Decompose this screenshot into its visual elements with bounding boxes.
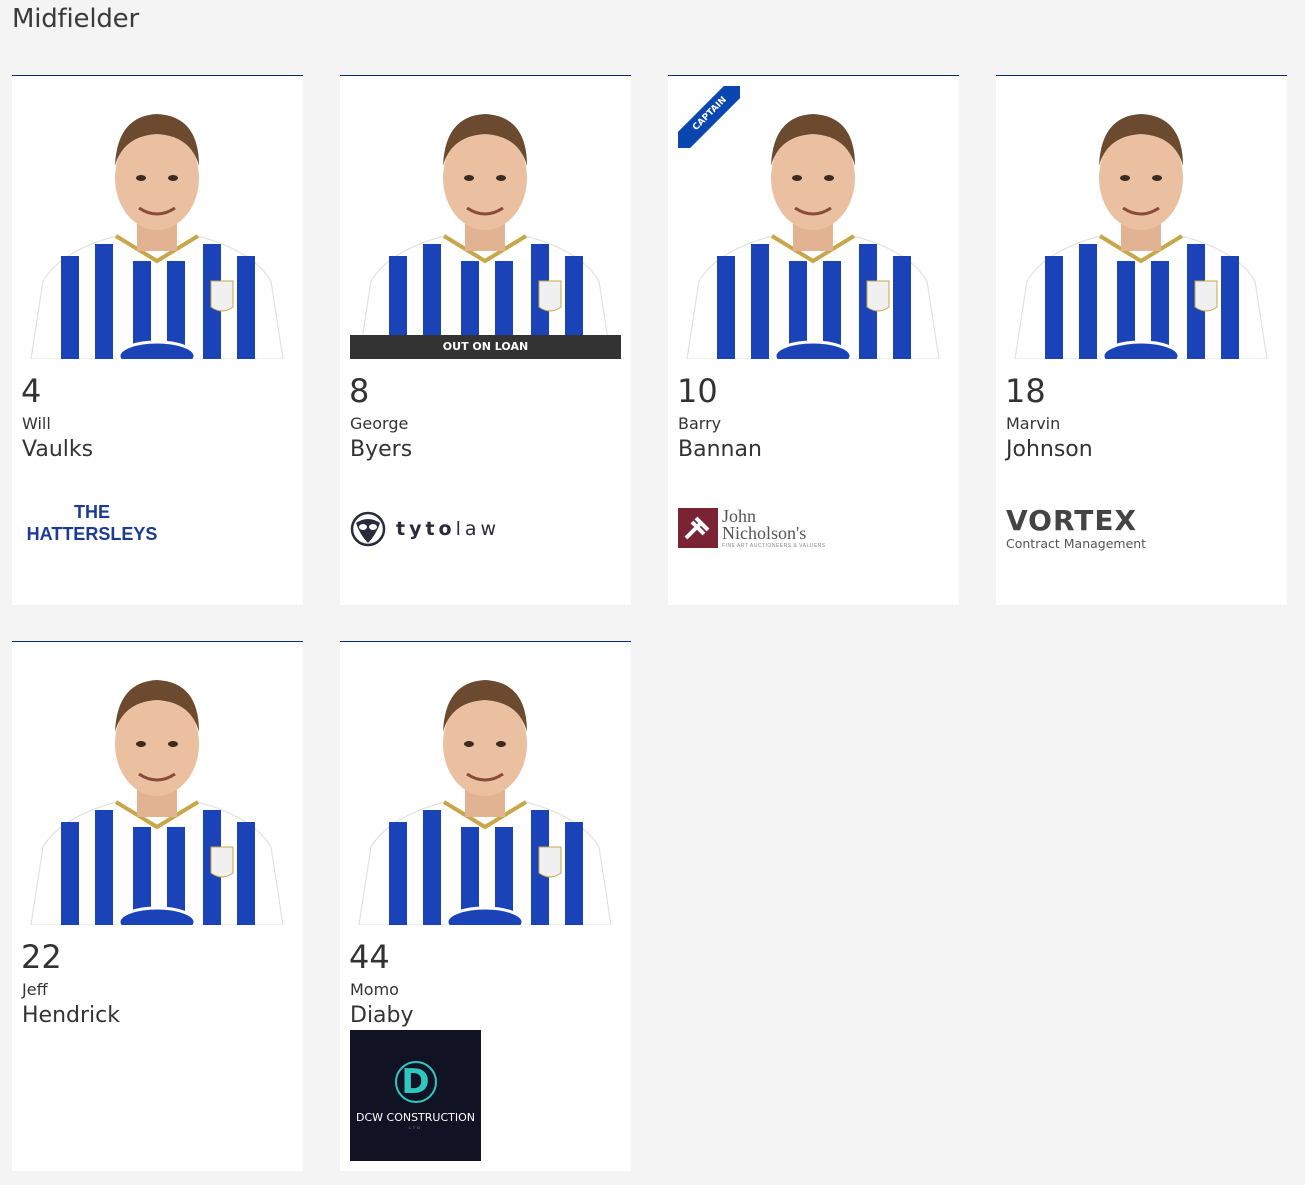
sponsor-line-2: Contract Management	[1006, 536, 1147, 551]
player-last-name: Bannan	[678, 437, 762, 462]
player-first-name: Marvin	[1006, 414, 1061, 433]
player-number: 18	[1005, 372, 1046, 410]
player-card[interactable]: OUT ON LOAN 8 George Byers tytolaw	[340, 75, 631, 605]
player-photo	[21, 652, 293, 925]
player-number: 4	[21, 372, 42, 410]
player-card[interactable]: 4 Will Vaulks THE HATTERSLEYS	[12, 75, 303, 605]
player-number: 10	[677, 372, 718, 410]
sponsor-letter: D	[394, 1061, 437, 1103]
player-last-name: Byers	[350, 437, 413, 462]
captain-label: CAPTAIN	[678, 86, 740, 148]
player-first-name: George	[350, 414, 409, 433]
player-first-name: Barry	[678, 414, 722, 433]
sponsor-logo: THE HATTERSLEYS	[22, 501, 162, 545]
player-first-name: Jeff	[22, 980, 48, 999]
sponsor-logo: D DCW CONSTRUCTION LTD	[350, 1030, 481, 1161]
sponsor-line-2: HATTERSLEYS	[26, 524, 158, 544]
player-last-name: Vaulks	[22, 437, 94, 462]
captain-badge: CAPTAIN	[678, 86, 740, 148]
sponsor-logo: tytolaw	[350, 511, 500, 547]
player-number: 8	[349, 372, 370, 410]
player-photo	[21, 86, 293, 359]
player-last-name: Johnson	[1006, 437, 1093, 462]
sponsor-logo: John Nicholson's FINE ART AUCTIONEERS & …	[678, 507, 826, 550]
player-card[interactable]: 44 Momo Diaby D DCW CONSTRUCTION LTD	[340, 641, 631, 1171]
player-card[interactable]: 18 Marvin Johnson VORTEX Contract Manage…	[996, 75, 1287, 605]
player-photo	[349, 652, 621, 925]
player-number: 22	[21, 938, 62, 976]
sponsor-wordmark-light: law	[455, 518, 501, 540]
sponsor-logo: VORTEX Contract Management	[1006, 504, 1147, 552]
sponsor-line-1: VORTEX	[1006, 504, 1138, 537]
sponsor-wordmark-bold: tyto	[396, 518, 456, 540]
player-number: 44	[349, 938, 390, 976]
sponsor-line-2: Nicholson's	[722, 523, 807, 543]
section-title: Midfielder	[12, 4, 139, 34]
player-card[interactable]: CAPTAIN 10 Barry Bannan John Nicholson's…	[668, 75, 959, 605]
sponsor-line-2: LTD	[408, 1125, 423, 1130]
owl-icon	[350, 511, 386, 547]
player-photo	[1005, 86, 1277, 359]
loan-status-banner: OUT ON LOAN	[350, 335, 621, 359]
sponsor-line-1: THE	[74, 502, 110, 522]
sponsor-tagline: FINE ART AUCTIONEERS & VALUERS	[722, 543, 826, 549]
sponsor-line-1: DCW CONSTRUCTION	[355, 1111, 476, 1124]
player-last-name: Hendrick	[22, 1003, 120, 1028]
player-first-name: Will	[22, 414, 51, 433]
gavel-icon	[678, 508, 718, 548]
player-card[interactable]: 22 Jeff Hendrick	[12, 641, 303, 1171]
player-last-name: Diaby	[350, 1003, 414, 1028]
player-photo	[349, 86, 621, 359]
player-first-name: Momo	[350, 980, 399, 999]
